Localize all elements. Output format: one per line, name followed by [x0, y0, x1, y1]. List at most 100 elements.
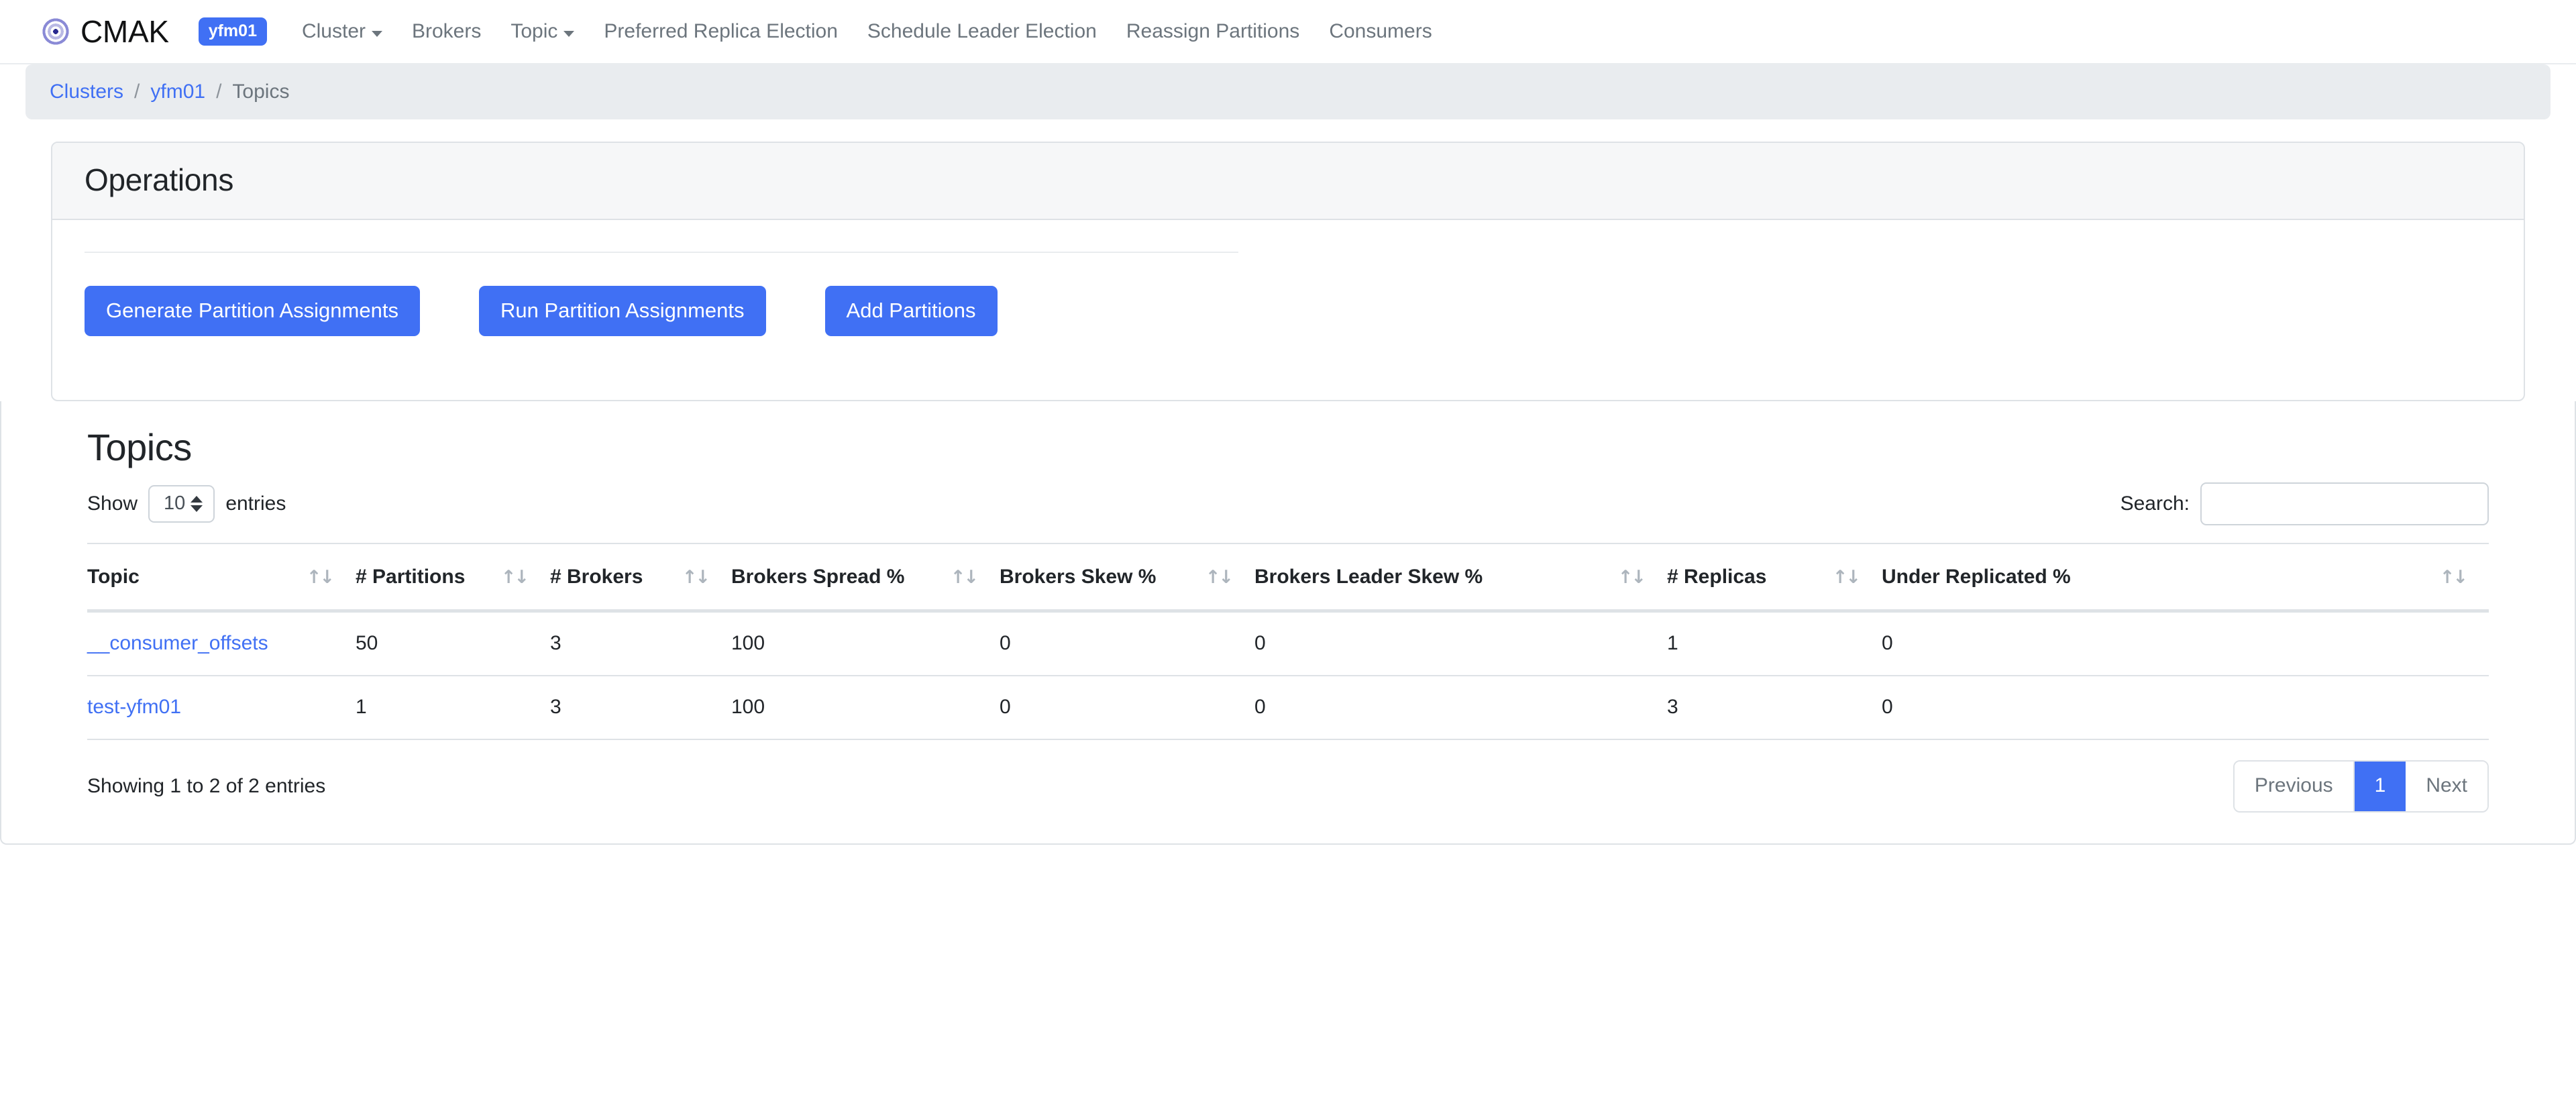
- cell-brokers-skew: 0: [1000, 676, 1254, 741]
- sort-icon: ↑↓: [2439, 566, 2468, 588]
- updown-arrows-icon: [191, 496, 203, 513]
- topics-table: Topic ↑↓ # Partitions ↑↓ # Brokers ↑↓ Br…: [87, 543, 2489, 741]
- cluster-badge[interactable]: yfm01: [198, 17, 267, 46]
- topics-table-body: __consumer_offsets 50 3 100 0 0 1 0 test…: [87, 611, 2489, 741]
- cell-brokers: 3: [550, 611, 731, 677]
- breadcrumb-separator: /: [134, 81, 140, 103]
- top-navbar: CMAK yfm01 Cluster Brokers Topic Preferr…: [0, 0, 2576, 64]
- operations-card-body: Generate Partition Assignments Run Parti…: [52, 251, 2524, 400]
- table-footer: Showing 1 to 2 of 2 entries Previous 1 N…: [87, 740, 2489, 843]
- cell-under-replicated: 0: [1882, 676, 2489, 741]
- table-row: __consumer_offsets 50 3 100 0 0 1 0: [87, 611, 2489, 677]
- column-header-brokers-spread[interactable]: Brokers Spread % ↑↓: [731, 543, 1000, 613]
- nav-item-topic-label: Topic: [511, 20, 558, 42]
- cell-partitions: 50: [356, 611, 550, 677]
- nav-item-consumers[interactable]: Consumers: [1314, 21, 1446, 42]
- nav-item-schedule-leader-election-label: Schedule Leader Election: [867, 20, 1097, 42]
- sort-icon: ↑↓: [306, 566, 335, 588]
- topics-table-head: Topic ↑↓ # Partitions ↑↓ # Brokers ↑↓ Br…: [87, 543, 2489, 613]
- cell-brokers-leader-skew: 0: [1254, 611, 1667, 677]
- pagination-next-button[interactable]: Next: [2406, 762, 2487, 812]
- column-header-brokers-spread-label: Brokers Spread %: [731, 566, 905, 588]
- caret-up-icon: [191, 496, 203, 503]
- cell-topic: __consumer_offsets: [87, 611, 356, 677]
- topics-title: Topics: [87, 425, 192, 468]
- nav-item-cluster[interactable]: Cluster: [287, 21, 397, 42]
- breadcrumb-separator: /: [216, 81, 222, 103]
- breadcrumb-item-yfm01[interactable]: yfm01: [150, 82, 205, 102]
- entries-per-page-value: 10: [164, 492, 186, 515]
- operations-card-header: Operations: [52, 143, 2524, 220]
- nav-item-preferred-replica-election[interactable]: Preferred Replica Election: [589, 21, 853, 42]
- column-header-brokers-leader-skew[interactable]: Brokers Leader Skew % ↑↓: [1254, 543, 1667, 613]
- table-info: Showing 1 to 2 of 2 entries: [87, 775, 326, 798]
- nav-item-topic[interactable]: Topic: [496, 21, 589, 42]
- pagination-previous-button[interactable]: Previous: [2234, 762, 2355, 812]
- cell-brokers: 3: [550, 676, 731, 741]
- column-header-brokers-skew[interactable]: Brokers Skew % ↑↓: [1000, 543, 1254, 613]
- column-header-topic-label: Topic: [87, 566, 140, 588]
- column-header-partitions[interactable]: # Partitions ↑↓: [356, 543, 550, 613]
- nav-item-consumers-label: Consumers: [1329, 20, 1432, 42]
- table-search-control: Search:: [2120, 482, 2489, 526]
- sort-icon: ↑↓: [1617, 566, 1646, 588]
- entries-label: entries: [225, 492, 286, 515]
- column-header-under-replicated-label: Under Replicated %: [1882, 566, 2071, 588]
- cell-replicas: 3: [1667, 676, 1882, 741]
- cmak-radial-logo-icon: [42, 17, 70, 46]
- pagination-page-1-button[interactable]: 1: [2354, 762, 2406, 812]
- cell-under-replicated: 0: [1882, 611, 2489, 677]
- add-partitions-button[interactable]: Add Partitions: [824, 285, 998, 336]
- cell-topic: test-yfm01: [87, 676, 356, 741]
- topic-link[interactable]: test-yfm01: [87, 696, 181, 718]
- search-label: Search:: [2120, 492, 2190, 515]
- cell-brokers-spread: 100: [731, 676, 1000, 741]
- sort-icon: ↑↓: [950, 566, 979, 588]
- run-partition-assignments-button[interactable]: Run Partition Assignments: [478, 285, 766, 336]
- brand-link[interactable]: CMAK: [42, 16, 169, 47]
- chevron-down-icon: [564, 30, 575, 37]
- nav-item-reassign-partitions[interactable]: Reassign Partitions: [1112, 21, 1314, 42]
- nav-links: Cluster Brokers Topic Preferred Replica …: [287, 21, 1447, 42]
- nav-item-preferred-replica-election-label: Preferred Replica Election: [604, 20, 838, 42]
- entries-length-control: Show 10 entries: [87, 485, 286, 523]
- chevron-down-icon: [372, 30, 382, 37]
- brand-title: CMAK: [80, 14, 169, 49]
- cell-brokers-spread: 100: [731, 611, 1000, 677]
- generate-partition-assignments-button[interactable]: Generate Partition Assignments: [85, 285, 420, 336]
- table-controls: Show 10 entries Search:: [87, 482, 2489, 543]
- column-header-brokers[interactable]: # Brokers ↑↓: [550, 543, 731, 613]
- column-header-brokers-leader-skew-label: Brokers Leader Skew %: [1254, 566, 1483, 588]
- column-header-replicas[interactable]: # Replicas ↑↓: [1667, 543, 1882, 613]
- column-header-brokers-label: # Brokers: [550, 566, 643, 588]
- sort-icon: ↑↓: [500, 566, 529, 588]
- bottom-strip: [0, 845, 2576, 852]
- topic-link[interactable]: __consumer_offsets: [87, 632, 268, 654]
- nav-item-schedule-leader-election[interactable]: Schedule Leader Election: [853, 21, 1112, 42]
- breadcrumb-item-topics: Topics: [232, 81, 290, 103]
- nav-item-brokers[interactable]: Brokers: [397, 21, 496, 42]
- column-header-under-replicated[interactable]: Under Replicated % ↑↓: [1882, 543, 2489, 613]
- table-header-row: Topic ↑↓ # Partitions ↑↓ # Brokers ↑↓ Br…: [87, 543, 2489, 613]
- operations-title: Operations: [85, 162, 234, 197]
- sort-icon: ↑↓: [1205, 566, 1234, 588]
- sort-icon: ↑↓: [682, 566, 710, 588]
- cell-brokers-skew: 0: [1000, 611, 1254, 677]
- column-header-replicas-label: # Replicas: [1667, 566, 1767, 588]
- operations-button-group: Generate Partition Assignments Run Parti…: [85, 253, 2491, 400]
- cell-partitions: 1: [356, 676, 550, 741]
- pagination: Previous 1 Next: [2233, 760, 2489, 813]
- nav-item-cluster-label: Cluster: [301, 20, 366, 42]
- search-input[interactable]: [2200, 482, 2489, 526]
- cell-replicas: 1: [1667, 611, 1882, 677]
- column-header-topic[interactable]: Topic ↑↓: [87, 543, 356, 613]
- nav-item-reassign-partitions-label: Reassign Partitions: [1126, 20, 1300, 42]
- column-header-brokers-skew-label: Brokers Skew %: [1000, 566, 1157, 588]
- main-content: Operations Generate Partition Assignment…: [0, 119, 2576, 401]
- topics-card: Topics Show 10 entries Search: Topic ↑↓ …: [0, 401, 2576, 845]
- cell-brokers-leader-skew: 0: [1254, 676, 1667, 741]
- breadcrumb-item-clusters[interactable]: Clusters: [50, 82, 123, 102]
- entries-per-page-select[interactable]: 10: [148, 485, 215, 523]
- table-row: test-yfm01 1 3 100 0 0 3 0: [87, 676, 2489, 741]
- breadcrumb: Clusters / yfm01 / Topics: [25, 64, 2551, 119]
